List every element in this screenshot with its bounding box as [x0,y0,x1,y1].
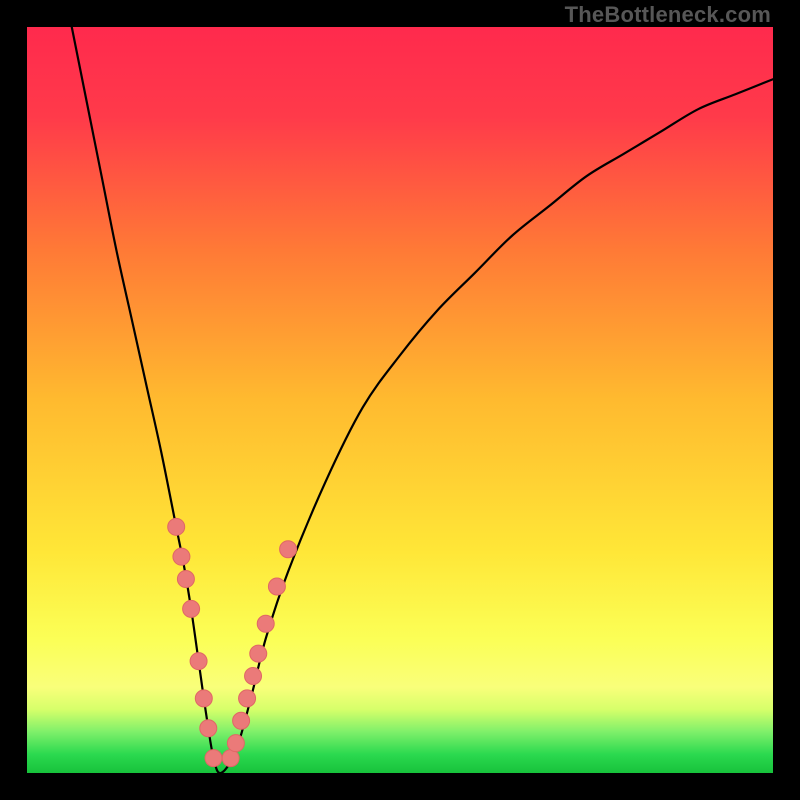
data-point-marker [190,653,207,670]
data-point-marker [250,645,267,662]
data-point-marker [245,668,262,685]
data-point-marker [205,750,222,767]
data-point-marker [268,578,285,595]
data-point-marker [280,541,297,558]
data-point-marker [173,548,190,565]
data-point-marker [239,690,256,707]
data-point-marker [195,690,212,707]
data-point-marker [257,615,274,632]
data-point-marker [168,518,185,535]
chart-stage: TheBottleneck.com [0,0,800,800]
data-point-marker [200,720,217,737]
plot-area [27,27,773,773]
data-point-marker [233,712,250,729]
data-point-marker [183,600,200,617]
curve-layer [27,27,773,773]
data-point-marker [227,735,244,752]
highlighted-points-group [168,518,297,766]
bottleneck-curve [72,27,773,773]
data-point-marker [177,571,194,588]
watermark-text: TheBottleneck.com [565,2,771,28]
